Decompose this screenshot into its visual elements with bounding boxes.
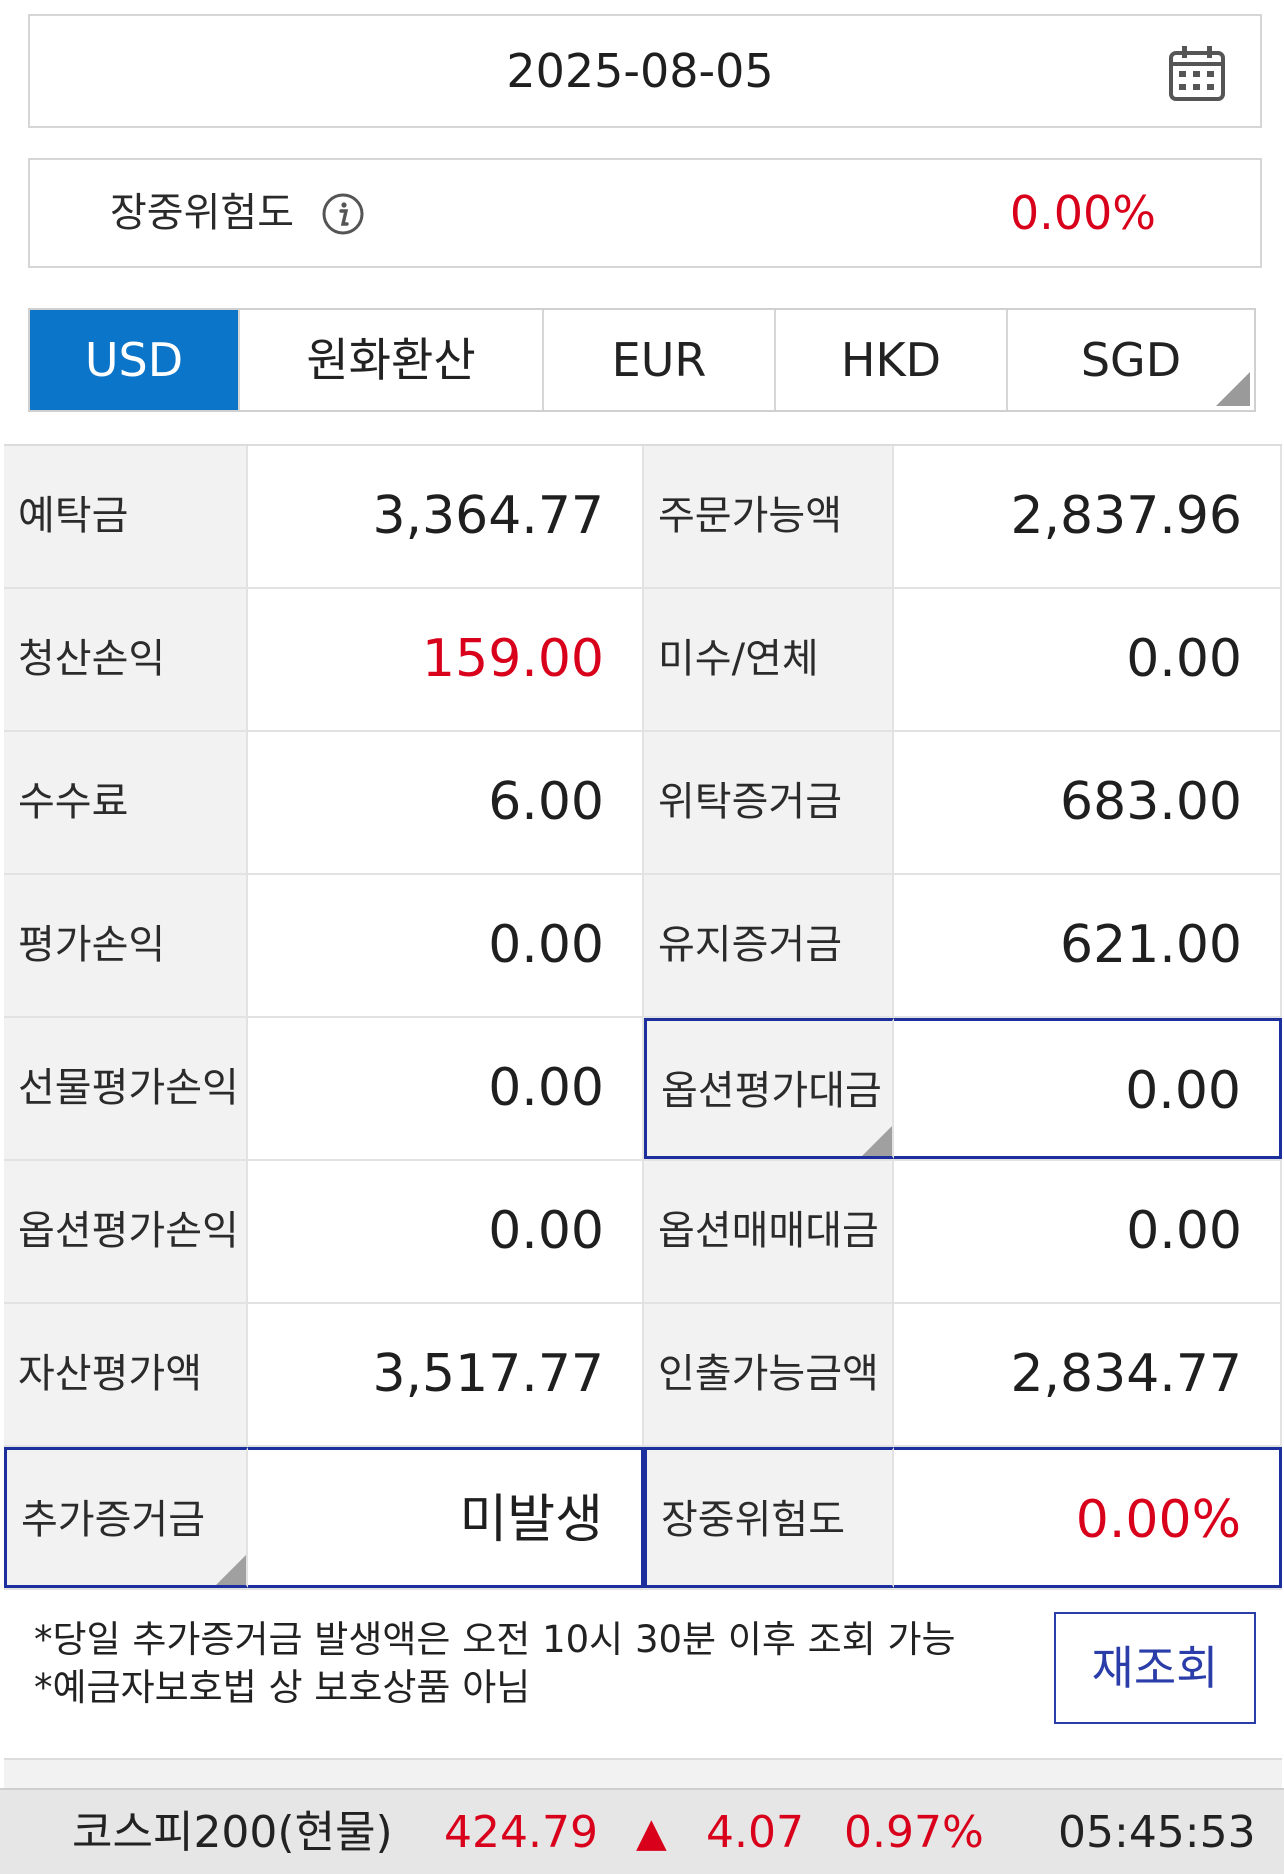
tab-krw-converted[interactable]: 원화환산 (240, 310, 544, 410)
expand-corner-icon (216, 1555, 246, 1585)
futures-eval-pl-label: 선물평가손익 (4, 1018, 248, 1159)
ticker-name: 코스피200(현물) (72, 1807, 393, 1858)
market-ticker[interactable]: 코스피200(현물) 424.79 ▲ 4.07 0.97% 05:45:53 (0, 1788, 1284, 1874)
notes: *당일 추가증거금 발생액은 오전 10시 30분 이후 조회 가능 *예금자보… (34, 1616, 956, 1712)
orderable-amount-label: 주문가능액 (644, 446, 894, 587)
asset-eval-value: 3,517.77 (248, 1304, 644, 1445)
table-row: 수수료 6.00 위탁증거금 683.00 (4, 732, 1282, 875)
tab-sgd-label: SGD (1080, 333, 1182, 387)
unrealized-pl-value: 0.00 (248, 875, 644, 1016)
option-eval-amount-label[interactable]: 옵션평가대금 (644, 1018, 894, 1159)
risk-value: 0.00% (1009, 186, 1156, 240)
calendar-icon[interactable] (1168, 44, 1226, 102)
deposit-label: 예탁금 (4, 446, 248, 587)
intraday-risk-summary: 장중위험도 0.00% (28, 158, 1262, 268)
option-eval-amount-label-text: 옵션평가대금 (661, 1068, 882, 1114)
unpaid-overdue-label: 미수/연체 (644, 589, 894, 730)
table-row: 옵션평가손익 0.00 옵션매매대금 0.00 (4, 1161, 1282, 1304)
option-eval-pl-value: 0.00 (248, 1161, 644, 1302)
realized-pl-label: 청산손익 (4, 589, 248, 730)
expand-corner-icon (862, 1126, 892, 1156)
ticker-change: 4.07 (706, 1807, 804, 1858)
table-row: 선물평가손익 0.00 옵션평가대금 0.00 (4, 1018, 1282, 1161)
risk-label: 장중위험도 (110, 190, 294, 236)
option-trade-amount-label: 옵션매매대금 (644, 1161, 894, 1302)
table-row: 평가손익 0.00 유지증거금 621.00 (4, 875, 1282, 1018)
ticker-price: 424.79 (444, 1807, 598, 1858)
table-row: 청산손익 159.00 미수/연체 0.00 (4, 589, 1282, 732)
intraday-risk-value: 0.00% (894, 1447, 1282, 1588)
maintenance-margin-value: 621.00 (894, 875, 1282, 1016)
account-summary-table: 예탁금 3,364.77 주문가능액 2,837.96 청산손익 159.00 … (4, 444, 1282, 1590)
info-icon[interactable] (322, 193, 364, 235)
option-trade-amount-value: 0.00 (894, 1161, 1282, 1302)
deposit-value: 3,364.77 (248, 446, 644, 587)
table-row: 자산평가액 3,517.77 인출가능금액 2,834.77 (4, 1304, 1282, 1447)
tab-usd[interactable]: USD (30, 310, 240, 410)
commission-label: 수수료 (4, 732, 248, 873)
asset-eval-label: 자산평가액 (4, 1304, 248, 1445)
orderable-amount-value: 2,837.96 (894, 446, 1282, 587)
tab-hkd[interactable]: HKD (776, 310, 1008, 410)
futures-eval-pl-value: 0.00 (248, 1018, 644, 1159)
unrealized-pl-label: 평가손익 (4, 875, 248, 1016)
withdrawable-amount-label: 인출가능금액 (644, 1304, 894, 1445)
realized-pl-value: 159.00 (248, 589, 644, 730)
intraday-risk-label: 장중위험도 (644, 1447, 894, 1588)
option-eval-amount-value: 0.00 (894, 1018, 1282, 1159)
note-line: *예금자보호법 상 보호상품 아님 (34, 1666, 531, 1709)
initial-margin-label: 위탁증거금 (644, 732, 894, 873)
more-corner-icon (1216, 372, 1250, 406)
commission-value: 6.00 (248, 732, 644, 873)
unpaid-overdue-value: 0.00 (894, 589, 1282, 730)
date-picker[interactable]: 2025-08-05 (28, 14, 1262, 128)
note-line: *당일 추가증거금 발생액은 오전 10시 30분 이후 조회 가능 (34, 1618, 956, 1661)
table-row: 추가증거금 미발생 장중위험도 0.00% (4, 1447, 1282, 1590)
option-eval-pl-label: 옵션평가손익 (4, 1161, 248, 1302)
up-arrow-icon: ▲ (636, 1810, 667, 1856)
additional-margin-label[interactable]: 추가증거금 (4, 1447, 248, 1588)
ticker-percent: 0.97% (844, 1807, 984, 1858)
tab-eur[interactable]: EUR (544, 310, 776, 410)
withdrawable-amount-value: 2,834.77 (894, 1304, 1282, 1445)
table-row: 예탁금 3,364.77 주문가능액 2,837.96 (4, 446, 1282, 589)
ticker-time: 05:45:53 (1058, 1807, 1256, 1858)
additional-margin-label-text: 추가증거금 (21, 1497, 205, 1543)
currency-tabs: USD 원화환산 EUR HKD SGD (28, 308, 1256, 412)
additional-margin-value: 미발생 (248, 1447, 644, 1588)
tab-sgd[interactable]: SGD (1008, 310, 1254, 410)
initial-margin-value: 683.00 (894, 732, 1282, 873)
refresh-button[interactable]: 재조회 (1054, 1612, 1256, 1724)
date-value: 2025-08-05 (506, 44, 774, 98)
maintenance-margin-label: 유지증거금 (644, 875, 894, 1016)
